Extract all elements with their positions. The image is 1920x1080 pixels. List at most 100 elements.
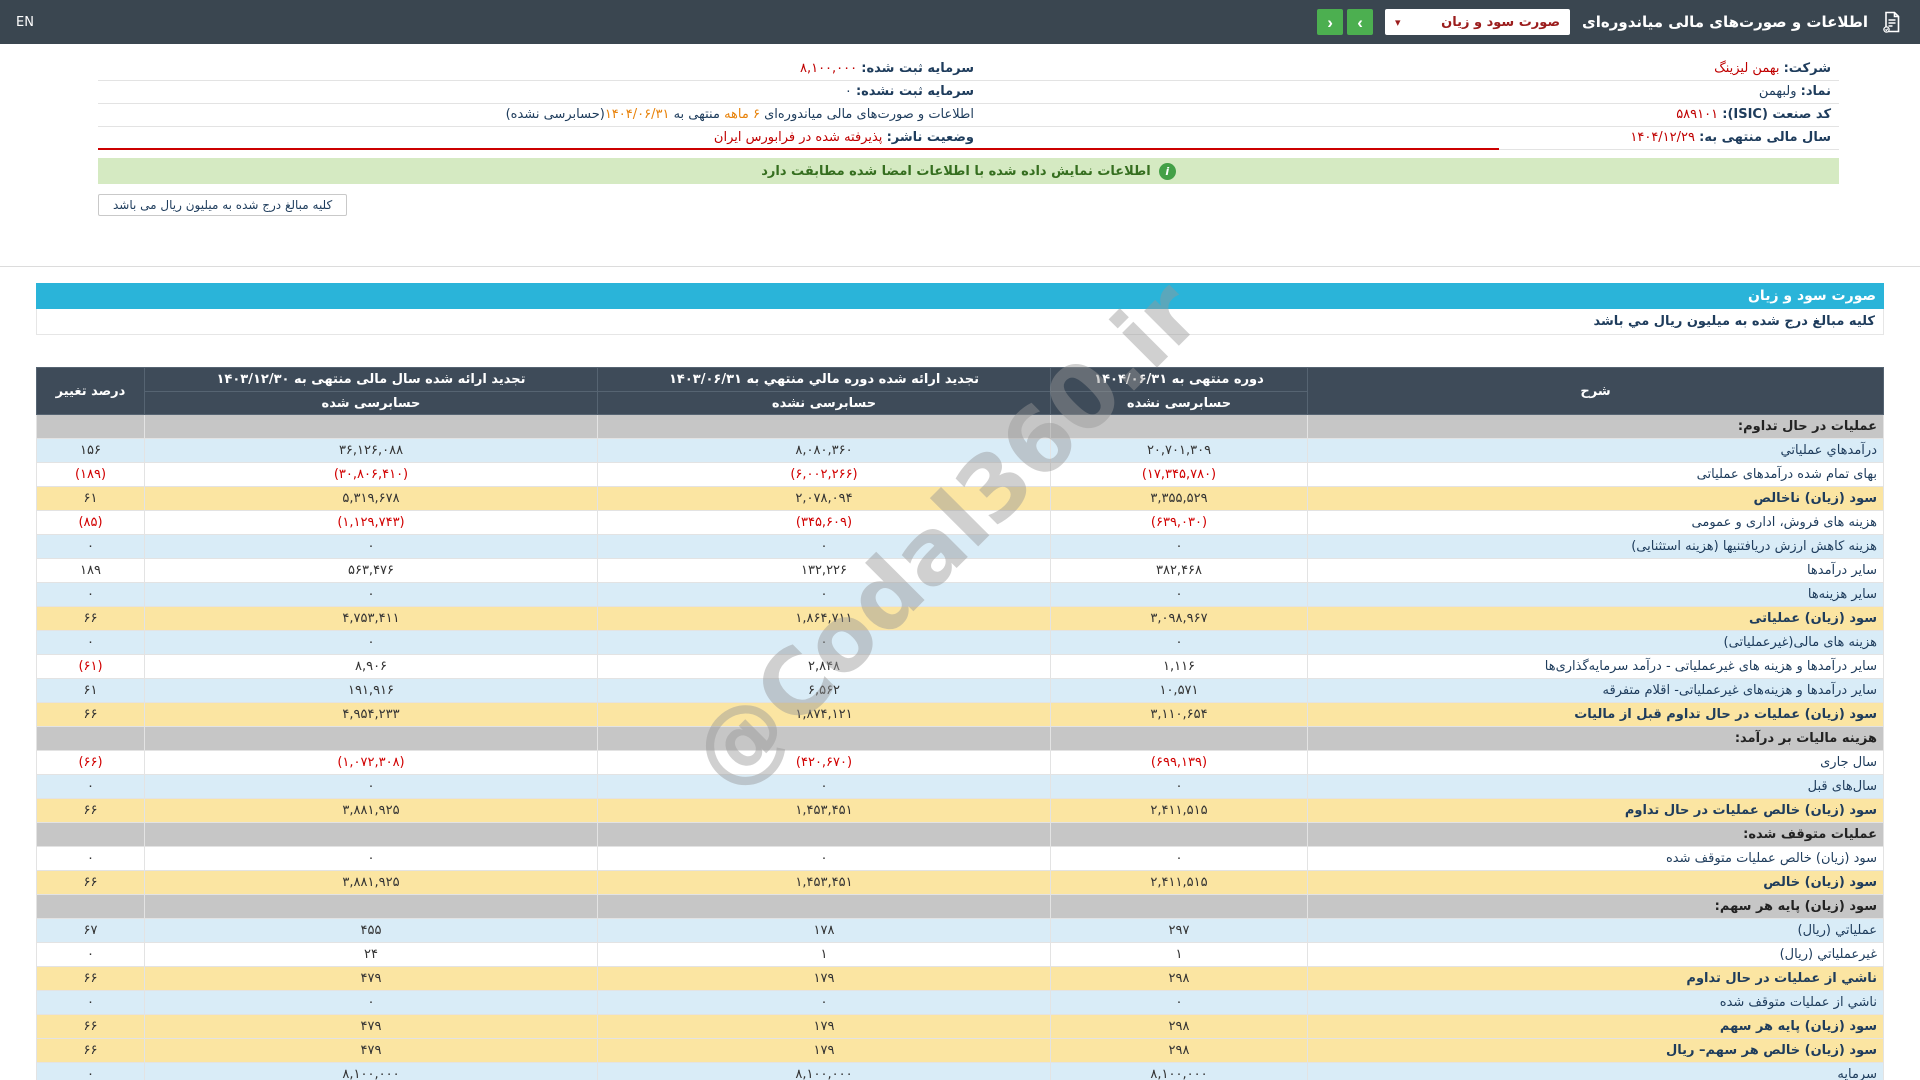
issuer-status-label: وضعیت ناشر: <box>886 130 974 145</box>
table-row: سایر هزینه‌ها ۰ ۰ ۰ ۰ <box>36 582 1884 607</box>
percent-change-cell: ۶۶ <box>36 798 145 823</box>
value-cell-restated-period: ۱۳۲,۲۲۶ <box>597 558 1051 583</box>
row-label: سود (زیان) عملیات در حال تداوم قبل از ما… <box>1307 702 1884 727</box>
statement-type-select[interactable]: صورت سود و زیان ▾ <box>1385 9 1571 35</box>
nav-back-button[interactable]: ‹ <box>1317 9 1344 35</box>
row-label: سود (زيان) ناخالص <box>1307 486 1884 511</box>
col-header-restated-year: تجدید ارائه شده سال مالی منتهی به ۱۴۰۳/۱… <box>144 367 598 392</box>
value-cell-current: (۱۷,۳۴۵,۷۸۰) <box>1050 462 1308 487</box>
percent-change-cell <box>36 414 145 439</box>
value-cell-current: ۱,۱۱۶ <box>1050 654 1308 679</box>
value-cell-restated-period: (۶,۰۰۲,۲۶۶) <box>597 462 1051 487</box>
value-cell-restated-period: ۱ <box>597 942 1051 967</box>
amounts-note: کلیه مبالغ درج شده به میلیون ريال مي باش… <box>36 309 1884 335</box>
table-row: سایر درآمدها و هزینه های غیرعملیاتی - در… <box>36 654 1884 679</box>
value-cell-restated-period: ۱۷۹ <box>597 1014 1051 1039</box>
row-label: سایر درآمدها <box>1307 558 1884 583</box>
company-name-value: بهمن لیزینگ <box>1714 61 1780 76</box>
value-cell-restated-period: ۱,۸۶۴,۷۱۱ <box>597 606 1051 631</box>
value-cell-restated-period: ۱,۸۷۴,۱۲۱ <box>597 702 1051 727</box>
row-label: سود (زیان) خالص عملیات در حال تداوم <box>1307 798 1884 823</box>
value-cell-restated-period: ۲,۸۴۸ <box>597 654 1051 679</box>
value-cell-current <box>1050 414 1308 439</box>
value-cell-restated-year: ۴۵۵ <box>144 918 598 943</box>
row-label: سود (زیان) خالص <box>1307 870 1884 895</box>
percent-change-cell: (۶۱) <box>36 654 145 679</box>
company-info-columns: شرکت: بهمن لیزینگ نماد: ولبهمن کد صنعت (… <box>98 58 1839 150</box>
table-row: ناشي از عملیات در حال تداوم ۲۹۸ ۱۷۹ ۴۷۹ … <box>36 966 1884 991</box>
value-cell-restated-year <box>144 894 598 919</box>
percent-change-cell: ۶۱ <box>36 486 145 511</box>
value-cell-restated-period <box>597 822 1051 847</box>
percent-change-cell: ۶۶ <box>36 966 145 991</box>
row-label: سود (زیان) عملیاتی <box>1307 606 1884 631</box>
percent-change-cell: ۰ <box>36 630 145 655</box>
table-row: عملیات متوقف شده: <box>36 822 1884 847</box>
isic-row: کد صنعت (ISIC): ۵۸۹۱۰۱ <box>1499 104 1839 127</box>
company-identity-column: شرکت: بهمن لیزینگ نماد: ولبهمن کد صنعت (… <box>1499 58 1839 150</box>
percent-change-cell <box>36 894 145 919</box>
capital-info-column: سرمایه ثبت شده: ۸,۱۰۰,۰۰۰ سرمایه ثبت نشد… <box>98 58 1499 150</box>
value-cell-current: ۰ <box>1050 630 1308 655</box>
value-cell-current: ۳,۰۹۸,۹۶۷ <box>1050 606 1308 631</box>
value-cell-current: ۲۹۸ <box>1050 966 1308 991</box>
nav-forward-button[interactable]: › <box>1347 9 1374 35</box>
value-cell-restated-year: ۸,۱۰۰,۰۰۰ <box>144 1062 598 1080</box>
percent-change-cell: ۱۵۶ <box>36 438 145 463</box>
percent-change-cell: ۶۶ <box>36 702 145 727</box>
row-label: سود (زیان) پایه هر سهم <box>1307 1014 1884 1039</box>
value-cell-restated-year: ۳,۸۸۱,۹۲۵ <box>144 798 598 823</box>
unregistered-capital-row: سرمایه ثبت نشده: ۰ <box>98 81 1499 104</box>
row-label: غیرعملیاتي (ریال) <box>1307 942 1884 967</box>
value-cell-restated-year: ۸,۹۰۶ <box>144 654 598 679</box>
value-cell-restated-period: ۸,۱۰۰,۰۰۰ <box>597 1062 1051 1080</box>
table-row: سود (زیان) خالص عملیات در حال تداوم ۲,۴۱… <box>36 798 1884 823</box>
isic-value: ۵۸۹۱۰۱ <box>1676 107 1719 122</box>
language-toggle-en[interactable]: EN <box>16 15 34 30</box>
percent-change-cell <box>36 822 145 847</box>
value-cell-current: ۲۹۸ <box>1050 1038 1308 1063</box>
table-row: ناشي از عملیات متوقف شده ۰ ۰ ۰ ۰ <box>36 990 1884 1015</box>
fiscal-year-label: سال مالی منتهی به: <box>1699 130 1831 145</box>
row-label: عملیات متوقف شده: <box>1307 822 1884 847</box>
isic-label: کد صنعت (ISIC): <box>1722 107 1831 122</box>
info-icon: i <box>1158 162 1176 180</box>
subheader-unaudited-2: حسابرسی نشده <box>597 391 1051 415</box>
percent-change-cell: ۰ <box>36 990 145 1015</box>
income-statement-table: شرح دوره منتهی به ۱۴۰۴/۰۶/۳۱ تجدید ارائه… <box>36 367 1884 1080</box>
value-cell-restated-year <box>144 726 598 751</box>
unregistered-capital-label: سرمایه ثبت نشده: <box>855 84 974 99</box>
row-label: سرمایه <box>1307 1062 1884 1080</box>
value-cell-current: ۳,۱۱۰,۶۵۴ <box>1050 702 1308 727</box>
col-header-percent-change: درصد تغییر <box>36 367 145 415</box>
table-row: سود (زیان) پایه هر سهم: <box>36 894 1884 919</box>
row-label: درآمدهاي عملياتي <box>1307 438 1884 463</box>
table-row: عملیات در حال تداوم: <box>36 414 1884 439</box>
percent-change-cell: ۶۱ <box>36 678 145 703</box>
company-name-row: شرکت: بهمن لیزینگ <box>1499 58 1839 81</box>
issuer-status-value: پذیرفته شده در فرابورس ایران <box>713 130 883 145</box>
row-label: سال جاری <box>1307 750 1884 775</box>
value-cell-restated-year <box>144 414 598 439</box>
statement-select-value: صورت سود و زیان <box>1441 14 1561 30</box>
value-cell-restated-period: ۰ <box>597 774 1051 799</box>
row-label: هزینه کاهش ارزش دریافتنیها (هزینه استثنا… <box>1307 534 1884 559</box>
statement-section: صورت سود و زیان کلیه مبالغ درج شده به می… <box>36 261 1884 1080</box>
percent-change-cell: ۰ <box>36 942 145 967</box>
value-cell-restated-year: ۵۶۳,۴۷۶ <box>144 558 598 583</box>
table-row: سود (زيان) ناخالص ۳,۳۵۵,۵۲۹ ۲,۰۷۸,۰۹۴ ۵,… <box>36 486 1884 511</box>
value-cell-restated-year: (۱,۰۷۲,۳۰۸) <box>144 750 598 775</box>
row-label: سایر هزینه‌ها <box>1307 582 1884 607</box>
ticker-value: ولبهمن <box>1758 84 1797 99</box>
table-row: سود (زیان) خالص هر سهم– ریال ۲۹۸ ۱۷۹ ۴۷۹… <box>36 1038 1884 1063</box>
value-cell-current: ۰ <box>1050 774 1308 799</box>
registered-capital-row: سرمایه ثبت شده: ۸,۱۰۰,۰۰۰ <box>98 58 1499 81</box>
value-cell-current: ۳۸۲,۴۶۸ <box>1050 558 1308 583</box>
percent-change-cell: ۱۸۹ <box>36 558 145 583</box>
row-label: سایر درآمدها و هزینه‌های غیرعملیاتی- اقل… <box>1307 678 1884 703</box>
table-row: سایر درآمدها ۳۸۲,۴۶۸ ۱۳۲,۲۲۶ ۵۶۳,۴۷۶ ۱۸۹ <box>36 558 1884 583</box>
value-cell-restated-year: (۱,۱۲۹,۷۴۳) <box>144 510 598 535</box>
top-bar: اطلاعات و صورت‌های مالی میاندوره‌ای صورت… <box>0 0 1920 44</box>
row-label: سایر درآمدها و هزینه های غیرعملیاتی - در… <box>1307 654 1884 679</box>
value-cell-current: ۲,۴۱۱,۵۱۵ <box>1050 798 1308 823</box>
